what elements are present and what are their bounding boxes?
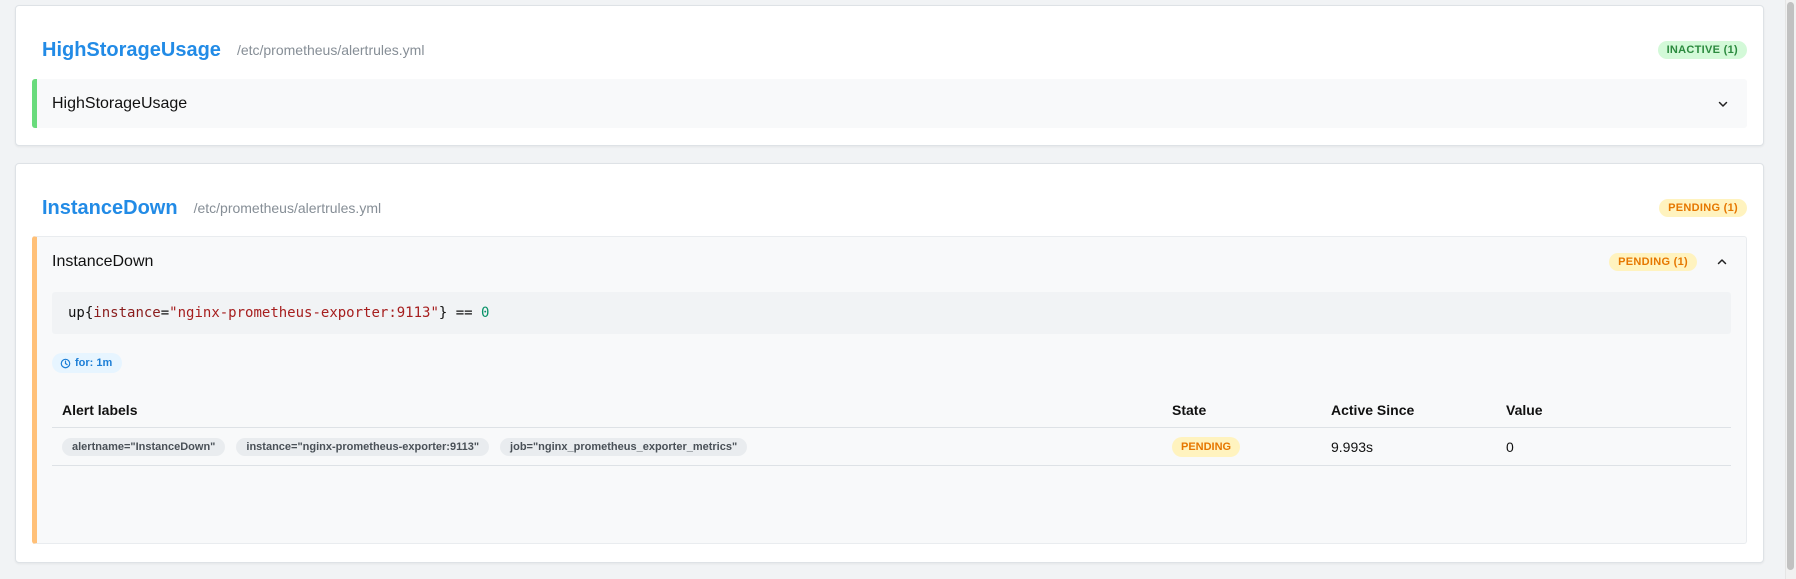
- rule-name: HighStorageUsage: [52, 94, 188, 112]
- group-header: InstanceDown /etc/prometheus/alertrules.…: [42, 192, 1747, 224]
- alerts-table: Alert labels State Active Since Value al…: [52, 392, 1731, 466]
- active-since-cell: 9.993s: [1331, 438, 1374, 455]
- rule-item-high-storage-usage[interactable]: HighStorageUsage: [32, 79, 1747, 128]
- value-cell: 0: [1506, 438, 1514, 455]
- expr-equals: =: [160, 305, 170, 321]
- rule-group-instance-down: InstanceDown /etc/prometheus/alertrules.…: [15, 163, 1764, 563]
- rule-status-badge: PENDING (1): [1609, 252, 1697, 271]
- rule-name: InstanceDown: [52, 252, 154, 270]
- label-chip-alertname: alertname="InstanceDown": [62, 437, 226, 456]
- scrollbar-track[interactable]: [1785, 0, 1796, 579]
- rule-expression: up{instance = "nginx-prometheus-exporter:9…: [52, 292, 1731, 334]
- group-file-path: /etc/prometheus/alertrules.yml: [193, 200, 382, 216]
- for-duration-label: for: 1m: [75, 357, 113, 369]
- group-title[interactable]: HighStorageUsage: [42, 39, 221, 62]
- group-status-badge: INACTIVE (1): [1657, 41, 1747, 59]
- expr-label-name: instance: [93, 305, 161, 321]
- for-duration-badge: for: 1m: [52, 353, 123, 373]
- alert-labels-cell: alertname="InstanceDown" instance="nginx…: [52, 437, 1172, 456]
- expr-operator: ==: [447, 305, 482, 321]
- group-title[interactable]: InstanceDown: [42, 197, 178, 220]
- state-cell: PENDING: [1172, 436, 1331, 457]
- expr-close-brace: }: [438, 305, 448, 321]
- rule-item-instance-down: InstanceDown PENDING (1) up{instance = "ng…: [32, 236, 1747, 544]
- header-state: State: [1172, 401, 1207, 418]
- group-header: HighStorageUsage /etc/prometheus/alertru…: [42, 34, 1747, 66]
- header-alert-labels: Alert labels: [62, 401, 138, 418]
- chevron-up-icon[interactable]: [1713, 253, 1731, 271]
- label-chip-job: job="nginx_prometheus_exporter_metrics": [500, 437, 748, 456]
- state-badge: PENDING: [1172, 436, 1241, 457]
- header-active-since: Active Since: [1331, 401, 1415, 418]
- scrollbar-thumb[interactable]: [1787, 2, 1794, 570]
- expr-metric: up: [68, 305, 85, 321]
- group-status-badge: PENDING (1): [1659, 199, 1747, 217]
- group-file-path: /etc/prometheus/alertrules.yml: [236, 42, 425, 58]
- label-chip-instance: instance="nginx-prometheus-exporter:9113…: [236, 437, 490, 456]
- header-value: Value: [1506, 401, 1543, 418]
- expr-label-value: "nginx-prometheus-exporter:9113": [169, 305, 439, 321]
- expr-number: 0: [481, 305, 490, 321]
- chevron-down-icon[interactable]: [1714, 95, 1732, 113]
- rule-header[interactable]: InstanceDown PENDING (1): [52, 237, 1731, 286]
- expr-open-brace: {: [84, 305, 94, 321]
- table-header: Alert labels State Active Since Value: [52, 392, 1731, 428]
- clock-icon: [60, 358, 71, 369]
- rule-group-high-storage-usage: HighStorageUsage /etc/prometheus/alertru…: [15, 5, 1764, 146]
- table-row: alertname="InstanceDown" instance="nginx…: [52, 428, 1731, 466]
- rule-header[interactable]: HighStorageUsage: [52, 79, 1732, 128]
